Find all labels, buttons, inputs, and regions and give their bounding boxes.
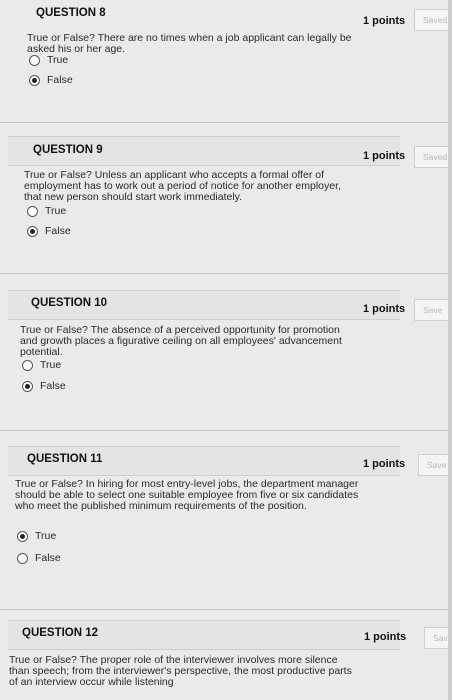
question-9-option-false[interactable]: False bbox=[27, 225, 71, 237]
question-12-points: 1 points bbox=[364, 631, 407, 643]
radio-icon[interactable] bbox=[29, 54, 40, 66]
radio-selected-icon[interactable] bbox=[17, 530, 28, 542]
option-label: True bbox=[47, 54, 69, 66]
question-11-text: True or False? In hiring for most entry-… bbox=[15, 478, 359, 512]
question-10-save-button[interactable]: Save bbox=[414, 299, 452, 321]
question-11-points: 1 points bbox=[363, 458, 406, 470]
option-label: False bbox=[35, 552, 61, 564]
option-label: True bbox=[40, 359, 62, 371]
question-9-points: 1 points bbox=[363, 150, 406, 162]
question-9-save-button[interactable]: Saved bbox=[414, 146, 452, 168]
question-9-text: True or False? Unless an applicant who a… bbox=[24, 169, 341, 203]
question-8-text: True or False? There are no times when a… bbox=[27, 32, 352, 55]
question-8-save-button[interactable]: Saved bbox=[414, 9, 452, 31]
option-label: False bbox=[45, 225, 71, 237]
option-label: True bbox=[45, 205, 67, 217]
radio-icon[interactable] bbox=[17, 552, 28, 564]
question-8-option-false[interactable]: False bbox=[29, 74, 73, 86]
question-11-title: QUESTION 11 bbox=[27, 453, 103, 465]
question-11-option-true[interactable]: True bbox=[17, 530, 56, 542]
option-label: True bbox=[35, 530, 57, 542]
option-label: False bbox=[47, 74, 73, 86]
question-10-text: True or False? The absence of a perceive… bbox=[20, 324, 342, 358]
question-8-points: 1 points bbox=[363, 15, 406, 27]
question-12-title: QUESTION 12 bbox=[22, 627, 99, 639]
radio-selected-icon[interactable] bbox=[22, 380, 33, 392]
scrollbar-track[interactable] bbox=[448, 0, 452, 700]
radio-selected-icon[interactable] bbox=[29, 74, 40, 86]
question-10-option-true[interactable]: True bbox=[22, 359, 61, 371]
question-10-points: 1 points bbox=[363, 303, 406, 315]
radio-icon[interactable] bbox=[27, 205, 38, 217]
question-8-option-true[interactable]: True bbox=[29, 54, 68, 66]
question-11-save-button[interactable]: Save bbox=[418, 454, 452, 476]
question-8-title: QUESTION 8 bbox=[36, 7, 106, 19]
question-9-option-true[interactable]: True bbox=[27, 205, 66, 217]
question-9-title: QUESTION 9 bbox=[33, 144, 103, 156]
radio-icon[interactable] bbox=[22, 359, 33, 371]
option-label: False bbox=[40, 380, 66, 392]
quiz-page: QUESTION 8 1 points Saved True or False?… bbox=[0, 0, 452, 700]
question-11-option-false[interactable]: False bbox=[17, 552, 61, 564]
question-10-title: QUESTION 10 bbox=[31, 297, 108, 309]
question-10-option-false[interactable]: False bbox=[22, 380, 66, 392]
question-12-text: True or False? The proper role of the in… bbox=[9, 655, 352, 688]
radio-selected-icon[interactable] bbox=[27, 225, 38, 237]
